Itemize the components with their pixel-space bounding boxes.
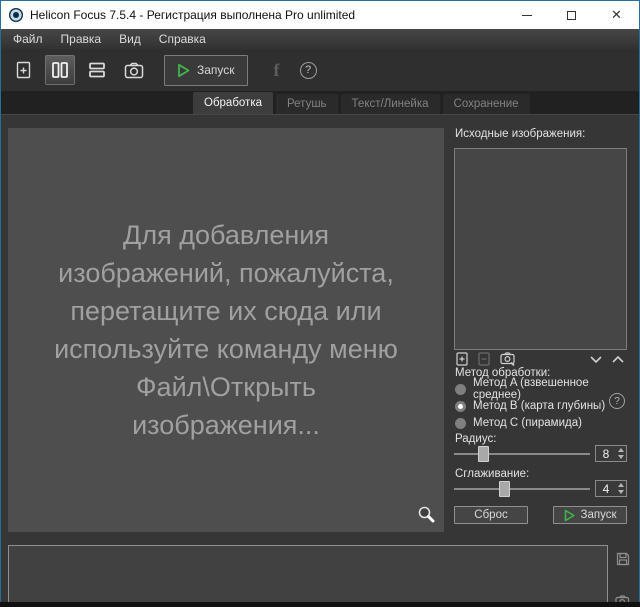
window-controls: ✕	[504, 1, 639, 29]
slider-track[interactable]	[454, 488, 590, 490]
menu-view[interactable]: Вид	[110, 32, 150, 46]
menu-file[interactable]: Файл	[4, 32, 52, 46]
toolbar-run-label: Запуск	[197, 63, 235, 77]
image-dropzone[interactable]: Для добавления изображений, пожалуйста, …	[8, 128, 444, 532]
window-bottom-edge	[0, 602, 640, 607]
move-up-button[interactable]	[612, 355, 624, 363]
method-a-option[interactable]: Метод A (взвешенное среднее)	[455, 377, 628, 401]
tab-processing[interactable]: Обработка	[193, 92, 273, 114]
toolbar: Запуск f ?	[1, 49, 639, 91]
vertical-split-view-button[interactable]	[45, 55, 75, 85]
facebook-button[interactable]: f	[267, 60, 287, 81]
move-down-button[interactable]	[590, 355, 602, 363]
run-button[interactable]: Запуск	[553, 506, 627, 524]
radius-slider[interactable]	[454, 446, 590, 462]
method-a-label: Метод A (взвешенное среднее)	[473, 377, 589, 401]
facebook-icon: f	[273, 59, 280, 80]
capture-camera-icon[interactable]	[500, 352, 516, 366]
run-play-icon	[564, 509, 575, 522]
method-c-option[interactable]: Метод C (пирамида)	[455, 417, 628, 429]
list-toolbar	[456, 352, 624, 366]
horizontal-split-view-button[interactable]	[82, 55, 112, 85]
tab-retouching[interactable]: Ретушь	[276, 94, 338, 114]
camera-icon	[124, 62, 144, 79]
tab-saving[interactable]: Сохранение	[442, 94, 530, 114]
toolbar-run-button[interactable]: Запуск	[164, 54, 248, 86]
menu-help[interactable]: Справка	[150, 32, 215, 46]
zoom-button[interactable]	[417, 505, 435, 523]
minimize-button[interactable]	[504, 1, 549, 29]
smoothing-label: Сглаживание:	[455, 468, 530, 480]
radio-selected-icon	[455, 400, 466, 412]
maximize-button[interactable]	[549, 1, 594, 29]
smoothing-value: 4	[602, 481, 610, 496]
save-log-button[interactable]	[616, 552, 630, 566]
app-window: Helicon Focus 7.5.4 - Регистрация выполн…	[0, 0, 640, 607]
close-button[interactable]: ✕	[594, 1, 639, 29]
slider-track[interactable]	[454, 453, 590, 455]
spin-down-icon[interactable]	[618, 455, 624, 459]
smoothing-spinner[interactable]: 4	[595, 480, 627, 497]
add-images-button[interactable]	[8, 55, 38, 85]
window-title: Helicon Focus 7.5.4 - Регистрация выполн…	[30, 8, 356, 22]
add-image-button[interactable]	[456, 352, 468, 366]
method-options: Метод A (взвешенное среднее) Метод B (ка…	[455, 377, 628, 429]
smoothing-slider[interactable]	[454, 481, 590, 497]
run-label: Запуск	[580, 509, 617, 521]
horizontal-split-icon	[88, 62, 106, 78]
tab-text-scale[interactable]: Текст/Линейка	[340, 94, 440, 114]
slider-handle[interactable]	[478, 446, 490, 462]
help-button[interactable]: ?	[299, 61, 317, 79]
tabbar: Обработка Ретушь Текст/Линейка Сохранени…	[1, 91, 639, 114]
method-c-label: Метод C (пирамида)	[473, 417, 582, 429]
content-area: Для добавления изображений, пожалуйста, …	[0, 114, 640, 607]
close-icon: ✕	[611, 7, 622, 22]
radius-label: Радиус:	[455, 433, 497, 445]
action-buttons: Сброс Запуск	[454, 506, 627, 524]
source-images-label: Исходные изображения:	[455, 128, 586, 140]
method-help-button[interactable]: ?	[609, 393, 625, 409]
method-b-option[interactable]: Метод B (карта глубины)	[455, 400, 628, 412]
add-images-icon	[16, 61, 31, 79]
source-images-list[interactable]	[454, 148, 627, 350]
remove-image-button[interactable]	[478, 352, 490, 366]
menubar: Файл Правка Вид Справка	[1, 29, 639, 49]
spin-up-icon[interactable]	[618, 448, 624, 452]
magnifier-icon	[417, 505, 435, 523]
radius-spinner[interactable]: 8	[595, 445, 627, 462]
reset-label: Сброс	[474, 509, 508, 521]
titlebar: Helicon Focus 7.5.4 - Регистрация выполн…	[1, 1, 639, 29]
help-icon: ?	[304, 64, 312, 76]
maximize-icon	[567, 10, 576, 20]
menu-edit[interactable]: Правка	[52, 32, 111, 46]
sidebar: Исходные изображения: Метод обработки: М…	[454, 115, 628, 607]
camera-capture-button[interactable]	[119, 55, 149, 85]
radius-value: 8	[602, 446, 610, 461]
output-log-panel	[8, 545, 608, 603]
radio-icon	[455, 417, 466, 429]
app-icon	[9, 8, 23, 22]
method-b-label: Метод B (карта глубины)	[473, 400, 606, 412]
spin-down-icon[interactable]	[618, 490, 624, 494]
spin-up-icon[interactable]	[618, 483, 624, 487]
radio-icon	[455, 383, 466, 395]
dropzone-message: Для добавления изображений, пожалуйста, …	[54, 220, 398, 440]
spinner-arrows	[616, 481, 626, 496]
reset-button[interactable]: Сброс	[454, 506, 528, 524]
method-help-icon: ?	[614, 395, 620, 407]
spinner-arrows	[616, 446, 626, 461]
run-play-icon	[177, 63, 190, 78]
vertical-split-icon	[51, 62, 69, 78]
slider-handle[interactable]	[498, 481, 510, 497]
minimize-icon	[521, 14, 532, 16]
save-icon	[616, 552, 630, 566]
